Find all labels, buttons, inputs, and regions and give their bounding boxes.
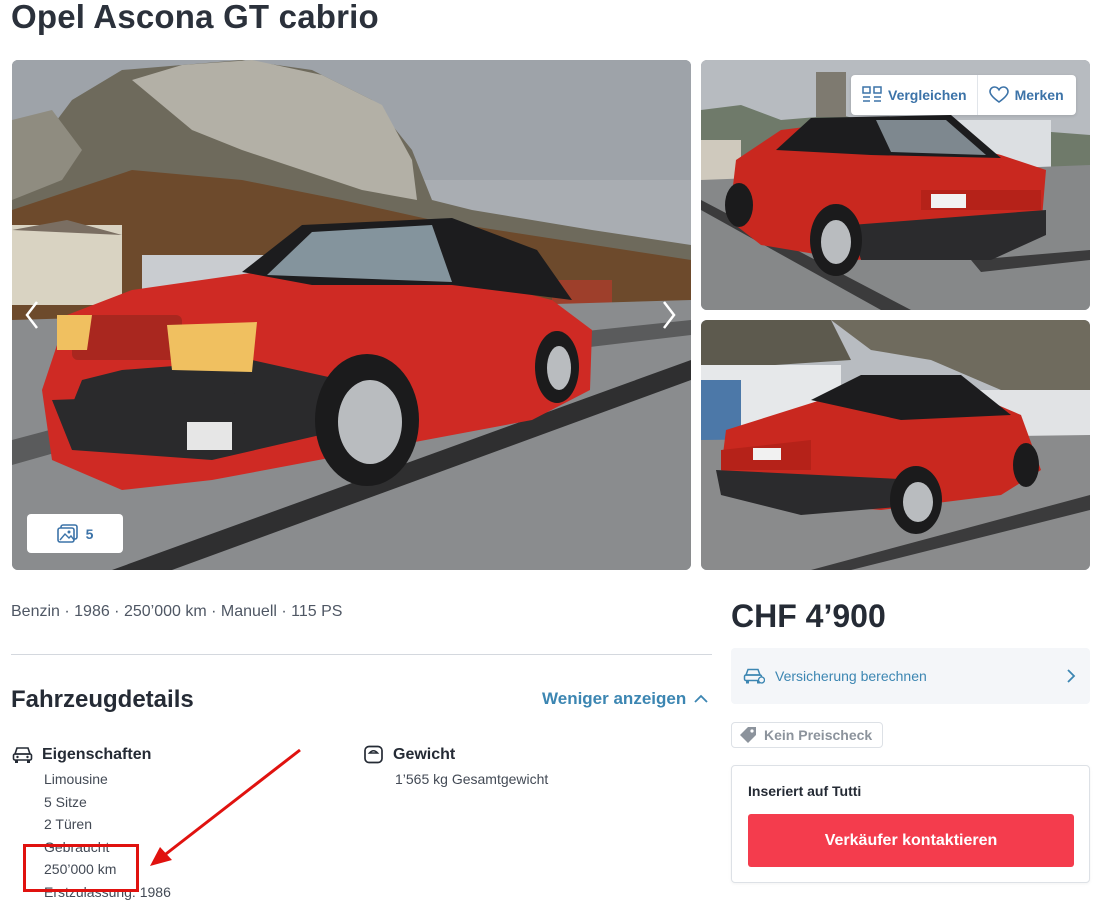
compare-label: Vergleichen: [888, 87, 967, 103]
page-title: Opel Ascona GT cabrio: [11, 0, 379, 35]
save-button[interactable]: Merken: [976, 75, 1074, 115]
car-insurance-icon: [743, 668, 765, 684]
toggle-details-label: Weniger anzeigen: [542, 689, 687, 708]
annotation-highlight-box: [23, 844, 139, 892]
car-icon: [12, 747, 33, 763]
weight-list: 1’565 kg Gesamtgewicht: [395, 769, 548, 792]
photo-count-button[interactable]: 5: [27, 514, 123, 553]
seller-card: Inseriert auf Tutti Verkäufer kontaktier…: [731, 765, 1090, 883]
chevron-right-icon: [1067, 669, 1076, 683]
weight-heading: Gewicht: [363, 745, 548, 764]
price: CHF 4’900: [731, 598, 886, 634]
photo-count-label: 5: [85, 525, 94, 542]
tag-icon: [740, 727, 756, 743]
chevron-up-icon: [694, 694, 708, 703]
chevron-right-icon: [663, 301, 676, 329]
contact-seller-button[interactable]: Verkäufer kontaktieren: [748, 814, 1074, 867]
prev-photo-button[interactable]: [19, 295, 45, 335]
annotation-arrow: [150, 748, 301, 866]
weight-group: Gewicht 1’565 kg Gesamtgewicht: [363, 745, 548, 792]
details-title: Fahrzeugdetails: [11, 686, 194, 713]
insurance-label: Versicherung berechnen: [775, 668, 927, 684]
listing-action-bar: Vergleichen Merken: [851, 75, 1076, 115]
seller-heading: Inseriert auf Tutti: [748, 783, 862, 799]
main-photo[interactable]: [12, 60, 691, 570]
gallery-photo-3[interactable]: [701, 320, 1090, 570]
vehicle-summary: Benzin · 1986 · 250’000 km · Manuell · 1…: [11, 603, 343, 620]
properties-title: Eigenschaften: [42, 745, 152, 763]
scale-icon: [364, 745, 383, 764]
price-check-badge: Kein Preischeck: [731, 722, 884, 748]
main-photo-image: [12, 60, 691, 570]
chevron-left-icon: [25, 301, 38, 329]
image-stack-icon: [56, 523, 78, 543]
next-photo-button[interactable]: [656, 295, 682, 335]
insurance-calculator-link[interactable]: Versicherung berechnen: [731, 648, 1090, 704]
weight-title: Gewicht: [393, 745, 456, 763]
toggle-details-link[interactable]: Weniger anzeigen: [542, 689, 708, 709]
gallery-photo-3-image: [701, 320, 1090, 570]
heart-icon: [988, 86, 1009, 103]
compare-button[interactable]: Vergleichen: [851, 75, 977, 115]
compare-icon: [862, 86, 882, 102]
section-divider: [11, 654, 712, 655]
property-weight: 1’565 kg Gesamtgewicht: [395, 771, 549, 787]
price-check-label: Kein Preischeck: [764, 727, 873, 743]
save-label: Merken: [1014, 87, 1064, 103]
